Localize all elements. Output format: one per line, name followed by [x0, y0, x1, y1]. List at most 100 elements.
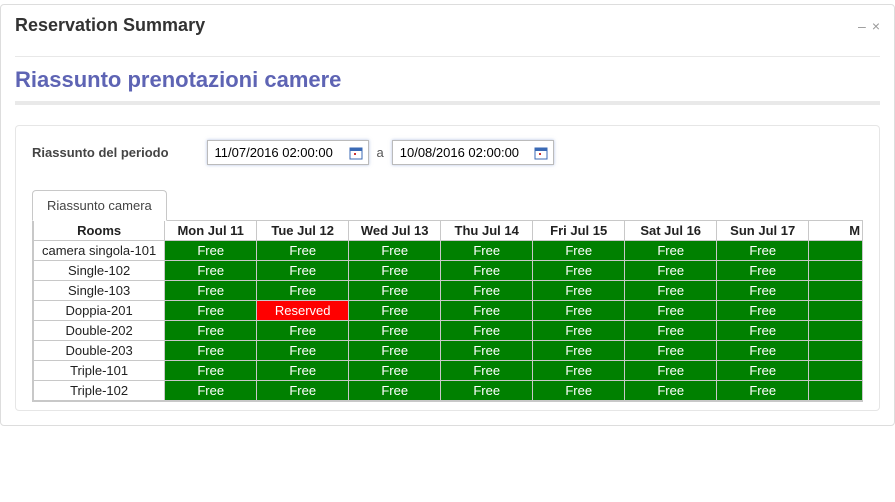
cell-free[interactable]: Free — [441, 241, 533, 261]
table-row: Doppia-201FreeReservedFreeFreeFreeFreeFr… — [34, 301, 864, 321]
to-date-input-wrap[interactable] — [392, 140, 554, 165]
cell-free[interactable]: Free — [717, 301, 809, 321]
cell-free[interactable]: Free — [625, 241, 717, 261]
col-day: Sat Jul 16 — [625, 221, 717, 241]
room-name: Double-203 — [34, 341, 165, 361]
availability-grid-scroll[interactable]: RoomsMon Jul 11Tue Jul 12Wed Jul 13Thu J… — [32, 220, 863, 402]
cell-free[interactable]: Free — [165, 321, 257, 341]
cell-free[interactable]: Free — [717, 361, 809, 381]
cell-free[interactable]: Free — [441, 361, 533, 381]
col-day-partial: M — [809, 221, 863, 241]
calendar-icon[interactable] — [349, 146, 363, 160]
cell-free[interactable]: Free — [717, 241, 809, 261]
cell-free[interactable]: Free — [441, 301, 533, 321]
cell-free[interactable]: Free — [165, 241, 257, 261]
cell-free[interactable]: Free — [441, 261, 533, 281]
cell-free[interactable]: Free — [257, 321, 349, 341]
cell-free[interactable]: Free — [349, 241, 441, 261]
cell-free[interactable]: Free — [257, 281, 349, 301]
cell-free[interactable]: Free — [625, 341, 717, 361]
calendar-icon[interactable] — [534, 146, 548, 160]
cell-free[interactable]: Free — [441, 281, 533, 301]
tabs: Riassunto camera — [32, 189, 863, 221]
from-date-input[interactable] — [213, 144, 345, 161]
cell-free[interactable] — [809, 341, 863, 361]
cell-free[interactable]: Free — [625, 301, 717, 321]
cell-free[interactable]: Free — [349, 321, 441, 341]
cell-free[interactable]: Free — [533, 241, 625, 261]
to-date-input[interactable] — [398, 144, 530, 161]
room-name: camera singola-101 — [34, 241, 165, 261]
cell-free[interactable]: Free — [533, 301, 625, 321]
cell-free[interactable] — [809, 241, 863, 261]
content-panel: Riassunto del periodo a — [15, 125, 880, 411]
col-day: Sun Jul 17 — [717, 221, 809, 241]
window-title: Reservation Summary — [15, 15, 205, 36]
cell-free[interactable]: Free — [257, 261, 349, 281]
cell-free[interactable]: Free — [165, 301, 257, 321]
room-name: Single-102 — [34, 261, 165, 281]
table-row: Triple-101FreeFreeFreeFreeFreeFreeFree — [34, 361, 864, 381]
cell-free[interactable]: Free — [165, 261, 257, 281]
col-day: Mon Jul 11 — [165, 221, 257, 241]
tab-room-summary[interactable]: Riassunto camera — [32, 190, 167, 221]
minimize-button[interactable]: – — [858, 19, 866, 33]
cell-free[interactable]: Free — [533, 361, 625, 381]
cell-free[interactable]: Free — [165, 341, 257, 361]
cell-free[interactable]: Free — [533, 381, 625, 401]
cell-free[interactable]: Free — [625, 381, 717, 401]
cell-free[interactable]: Free — [165, 281, 257, 301]
cell-free[interactable]: Free — [349, 281, 441, 301]
subtitle-wrap: Riassunto prenotazioni camere — [15, 56, 880, 105]
cell-free[interactable]: Free — [257, 341, 349, 361]
cell-free[interactable] — [809, 321, 863, 341]
cell-free[interactable]: Free — [717, 341, 809, 361]
cell-free[interactable] — [809, 281, 863, 301]
from-date-input-wrap[interactable] — [207, 140, 369, 165]
cell-free[interactable]: Free — [165, 381, 257, 401]
cell-free[interactable] — [809, 361, 863, 381]
cell-free[interactable]: Free — [717, 381, 809, 401]
cell-free[interactable]: Free — [349, 341, 441, 361]
col-day: Tue Jul 12 — [257, 221, 349, 241]
cell-free[interactable]: Free — [533, 321, 625, 341]
cell-free[interactable]: Free — [533, 341, 625, 361]
cell-free[interactable]: Free — [717, 281, 809, 301]
cell-free[interactable]: Free — [165, 361, 257, 381]
table-row: Triple-102FreeFreeFreeFreeFreeFreeFree — [34, 381, 864, 401]
page-subtitle: Riassunto prenotazioni camere — [15, 57, 880, 105]
cell-free[interactable]: Free — [257, 241, 349, 261]
cell-free[interactable]: Free — [349, 301, 441, 321]
cell-free[interactable]: Free — [257, 381, 349, 401]
cell-free[interactable]: Free — [533, 261, 625, 281]
cell-free[interactable] — [809, 261, 863, 281]
table-row: Single-102FreeFreeFreeFreeFreeFreeFree — [34, 261, 864, 281]
cell-free[interactable]: Free — [349, 381, 441, 401]
col-rooms: Rooms — [34, 221, 165, 241]
close-button[interactable]: × — [872, 19, 880, 33]
cell-free[interactable]: Free — [625, 361, 717, 381]
table-row: Double-203FreeFreeFreeFreeFreeFreeFree — [34, 341, 864, 361]
cell-free[interactable]: Free — [625, 281, 717, 301]
cell-free[interactable]: Free — [441, 381, 533, 401]
cell-reserved[interactable]: Reserved — [257, 301, 349, 321]
cell-free[interactable]: Free — [533, 281, 625, 301]
cell-free[interactable]: Free — [717, 321, 809, 341]
cell-free[interactable]: Free — [717, 261, 809, 281]
cell-free[interactable]: Free — [441, 341, 533, 361]
titlebar: Reservation Summary – × — [1, 5, 894, 42]
cell-free[interactable]: Free — [349, 261, 441, 281]
room-name: Single-103 — [34, 281, 165, 301]
cell-free[interactable]: Free — [257, 361, 349, 381]
col-day: Fri Jul 15 — [533, 221, 625, 241]
cell-free[interactable]: Free — [441, 321, 533, 341]
reservation-summary-window: Reservation Summary – × Riassunto prenot… — [0, 4, 895, 426]
cell-free[interactable] — [809, 301, 863, 321]
cell-free[interactable]: Free — [625, 261, 717, 281]
room-name: Triple-102 — [34, 381, 165, 401]
cell-free[interactable]: Free — [625, 321, 717, 341]
cell-free[interactable]: Free — [349, 361, 441, 381]
window-actions: – × — [858, 19, 880, 33]
cell-free[interactable] — [809, 381, 863, 401]
room-name: Triple-101 — [34, 361, 165, 381]
